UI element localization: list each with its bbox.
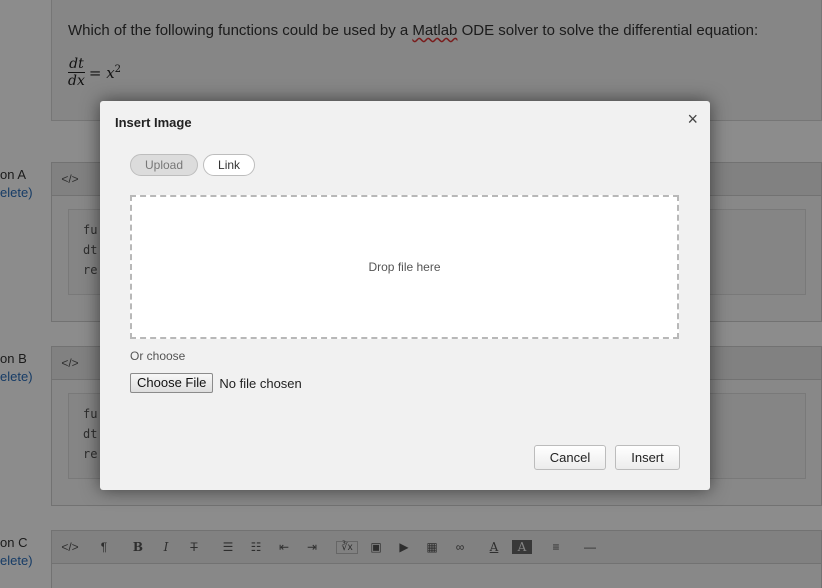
tab-upload[interactable]: Upload bbox=[130, 154, 199, 176]
dropzone-label: Drop file here bbox=[368, 260, 441, 274]
tab-link[interactable]: Link bbox=[203, 154, 256, 176]
dialog-title: Insert Image bbox=[115, 115, 192, 130]
file-status-text: No file chosen bbox=[219, 375, 302, 391]
cancel-button[interactable]: Cancel bbox=[534, 445, 606, 470]
file-input: Choose File No file chosen bbox=[130, 373, 302, 393]
choose-file-button[interactable]: Choose File bbox=[130, 373, 214, 393]
file-dropzone[interactable]: Drop file here bbox=[130, 195, 679, 339]
insert-button[interactable]: Insert bbox=[615, 445, 680, 470]
close-icon[interactable]: × bbox=[687, 109, 698, 130]
dialog-tabs: Upload Link bbox=[130, 154, 260, 176]
insert-image-dialog: Insert Image × Upload Link Drop file her… bbox=[100, 101, 710, 490]
or-choose-label: Or choose bbox=[130, 349, 186, 363]
